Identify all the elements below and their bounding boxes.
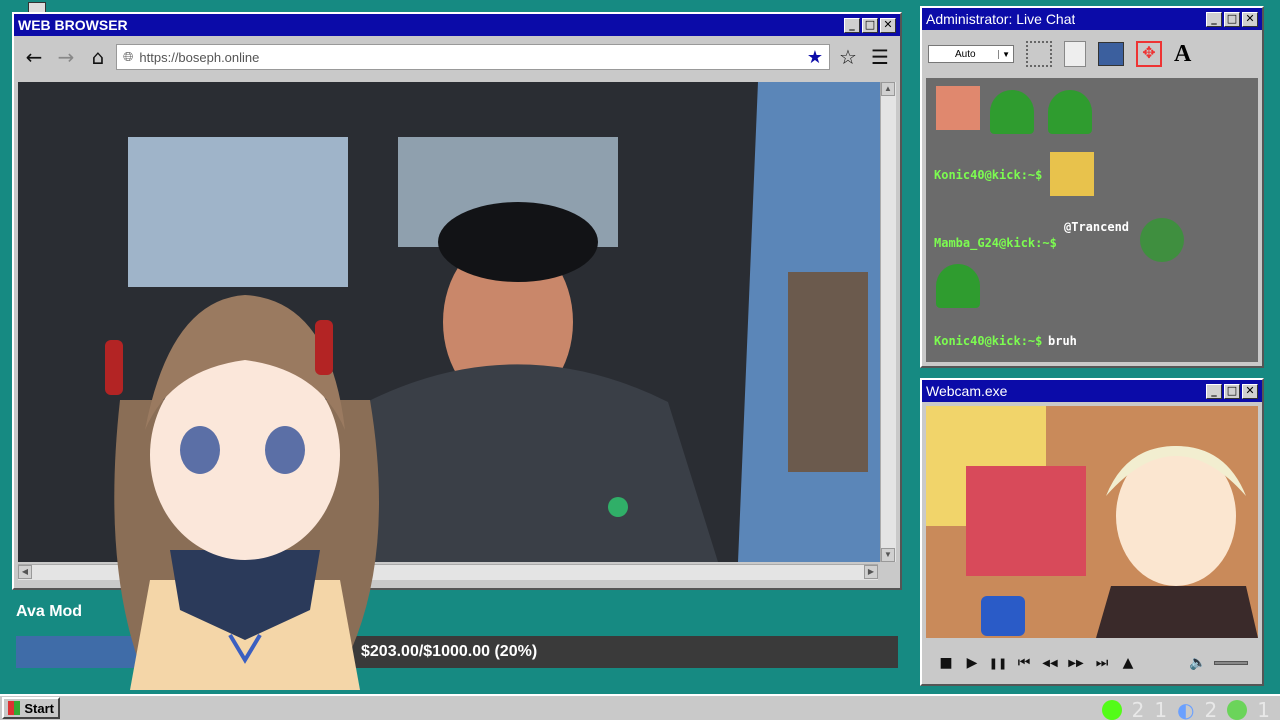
browser-titlebar[interactable]: WEB BROWSER _ □ ✕ bbox=[14, 14, 900, 36]
chat-mention: @Trancend bbox=[1064, 220, 1130, 234]
chat-messages[interactable]: Konic40@kick:~$ @Trancend Mamba_G24@kick… bbox=[926, 78, 1258, 362]
minimize-button[interactable]: _ bbox=[844, 17, 860, 33]
avatar-eye-left bbox=[180, 426, 220, 474]
maximize-button[interactable]: □ bbox=[1224, 11, 1240, 27]
start-button[interactable]: Start bbox=[2, 697, 60, 719]
chat-message-text: bruh bbox=[1048, 334, 1077, 348]
avatar-ribbon-left bbox=[105, 340, 123, 395]
goal-label: Ava Mod bbox=[16, 603, 83, 620]
home-icon[interactable]: ⌂ bbox=[84, 43, 112, 71]
stop-icon[interactable]: ■ bbox=[936, 655, 956, 671]
scroll-left-arrow[interactable]: ◀ bbox=[18, 565, 32, 579]
text-tool-icon[interactable]: A bbox=[1174, 41, 1191, 68]
chat-titlebar[interactable]: Administrator: Live Chat _ □ ✕ bbox=[922, 8, 1262, 30]
scroll-down-arrow[interactable]: ▼ bbox=[881, 548, 895, 562]
vertical-scrollbar[interactable]: ▲ ▼ bbox=[880, 82, 896, 562]
kick-icon[interactable] bbox=[1101, 700, 1122, 720]
bookmarked-star-icon[interactable]: ★ bbox=[807, 47, 823, 68]
globe-icon: 🌐︎ bbox=[123, 49, 134, 65]
pepe-emote bbox=[1140, 218, 1184, 262]
frog-emote bbox=[990, 90, 1034, 134]
windows-logo-icon bbox=[8, 701, 21, 715]
person-cap bbox=[438, 202, 598, 282]
vtuber-avatar bbox=[105, 295, 380, 690]
tray-count: 2 bbox=[1204, 698, 1218, 720]
close-button[interactable]: ✕ bbox=[880, 17, 896, 33]
frog-emote bbox=[936, 264, 980, 308]
address-bar[interactable]: 🌐︎ https://boseph.online ★ bbox=[116, 44, 830, 70]
webcam-feed bbox=[926, 406, 1258, 638]
close-button[interactable]: ✕ bbox=[1242, 383, 1258, 399]
forward-icon[interactable]: → bbox=[52, 43, 80, 71]
copy-icon[interactable] bbox=[1064, 41, 1086, 67]
pause-icon[interactable]: ❚❚ bbox=[988, 657, 1008, 670]
next-track-icon[interactable]: ⏭ bbox=[1092, 655, 1112, 671]
system-tray: 2 1 ◐ 2 1 bbox=[1101, 698, 1270, 720]
play-tray-icon[interactable] bbox=[1227, 700, 1248, 720]
anime-girl-emote bbox=[936, 86, 980, 130]
browser-toolbar: ← → ⌂ 🌐︎ https://boseph.online ★ ☆ ☰ bbox=[14, 38, 900, 76]
paste-icon[interactable] bbox=[1098, 42, 1124, 66]
frog-emote bbox=[1048, 90, 1092, 134]
webcam-titlebar[interactable]: Webcam.exe _ □ ✕ bbox=[922, 380, 1262, 402]
avatar-ribbon-right bbox=[315, 320, 333, 375]
maximize-button[interactable]: □ bbox=[862, 17, 878, 33]
chevron-down-icon[interactable]: ▼ bbox=[998, 49, 1013, 59]
tray-count: 2 bbox=[1131, 698, 1145, 720]
menu-icon[interactable]: ☰ bbox=[866, 43, 894, 71]
back-icon[interactable]: ← bbox=[20, 43, 48, 71]
close-button[interactable]: ✕ bbox=[1242, 11, 1258, 27]
chat-username[interactable]: Konic40@kick:~$ bbox=[934, 334, 1042, 348]
font-select[interactable]: Auto ▼ bbox=[928, 45, 1014, 63]
pikachu-emote bbox=[1050, 152, 1094, 196]
play-icon[interactable]: ▶ bbox=[962, 655, 982, 671]
bookmark-icon[interactable]: ☆ bbox=[834, 43, 862, 71]
minimize-button[interactable]: _ bbox=[1206, 11, 1222, 27]
avatar-eye-right bbox=[265, 426, 305, 474]
mug bbox=[981, 596, 1025, 636]
taskbar: Start 2 1 ◐ 2 1 bbox=[0, 694, 1280, 720]
previous-track-icon[interactable]: ⏮ bbox=[1014, 655, 1034, 671]
move-icon[interactable]: ✥ bbox=[1136, 41, 1162, 67]
font-select-value: Auto bbox=[955, 48, 976, 60]
volume-icon[interactable]: 🔈 bbox=[1188, 655, 1208, 671]
tray-count: 1 bbox=[1257, 698, 1270, 720]
tray-count: 1 bbox=[1154, 698, 1168, 720]
minimize-button[interactable]: _ bbox=[1206, 383, 1222, 399]
maximize-button[interactable]: □ bbox=[1224, 383, 1240, 399]
chat-username[interactable]: Konic40@kick:~$ bbox=[934, 168, 1042, 182]
webcam-window: Webcam.exe _ □ ✕ ■ ▶ ❚❚ ⏮ ◀◀ ▶▶ ⏭ ▲ 🔈 bbox=[920, 378, 1264, 686]
fast-forward-icon[interactable]: ▶▶ bbox=[1066, 658, 1086, 669]
start-label: Start bbox=[24, 700, 54, 716]
eject-icon[interactable]: ▲ bbox=[1118, 655, 1138, 671]
volume-slider[interactable] bbox=[1214, 661, 1248, 665]
scroll-right-arrow[interactable]: ▶ bbox=[864, 565, 878, 579]
select-tool-icon[interactable] bbox=[1026, 41, 1052, 67]
chat-username[interactable]: Mamba_G24@kick:~$ bbox=[934, 236, 1057, 250]
url-text: https://boseph.online bbox=[139, 49, 260, 65]
scroll-up-arrow[interactable]: ▲ bbox=[881, 82, 895, 96]
media-controls: ■ ▶ ❚❚ ⏮ ◀◀ ▶▶ ⏭ ▲ 🔈 bbox=[926, 646, 1258, 680]
car-window-left bbox=[128, 137, 348, 287]
webcam-title: Webcam.exe bbox=[926, 383, 1008, 399]
chat-toolbar: Auto ▼ ✥ A bbox=[926, 34, 1258, 74]
chat-window: Administrator: Live Chat _ □ ✕ Auto ▼ ✥ … bbox=[920, 6, 1264, 368]
moon-icon[interactable]: ◐ bbox=[1177, 698, 1194, 720]
rewind-icon[interactable]: ◀◀ bbox=[1040, 658, 1060, 669]
chat-title: Administrator: Live Chat bbox=[926, 11, 1076, 27]
browser-title: WEB BROWSER bbox=[18, 17, 128, 33]
